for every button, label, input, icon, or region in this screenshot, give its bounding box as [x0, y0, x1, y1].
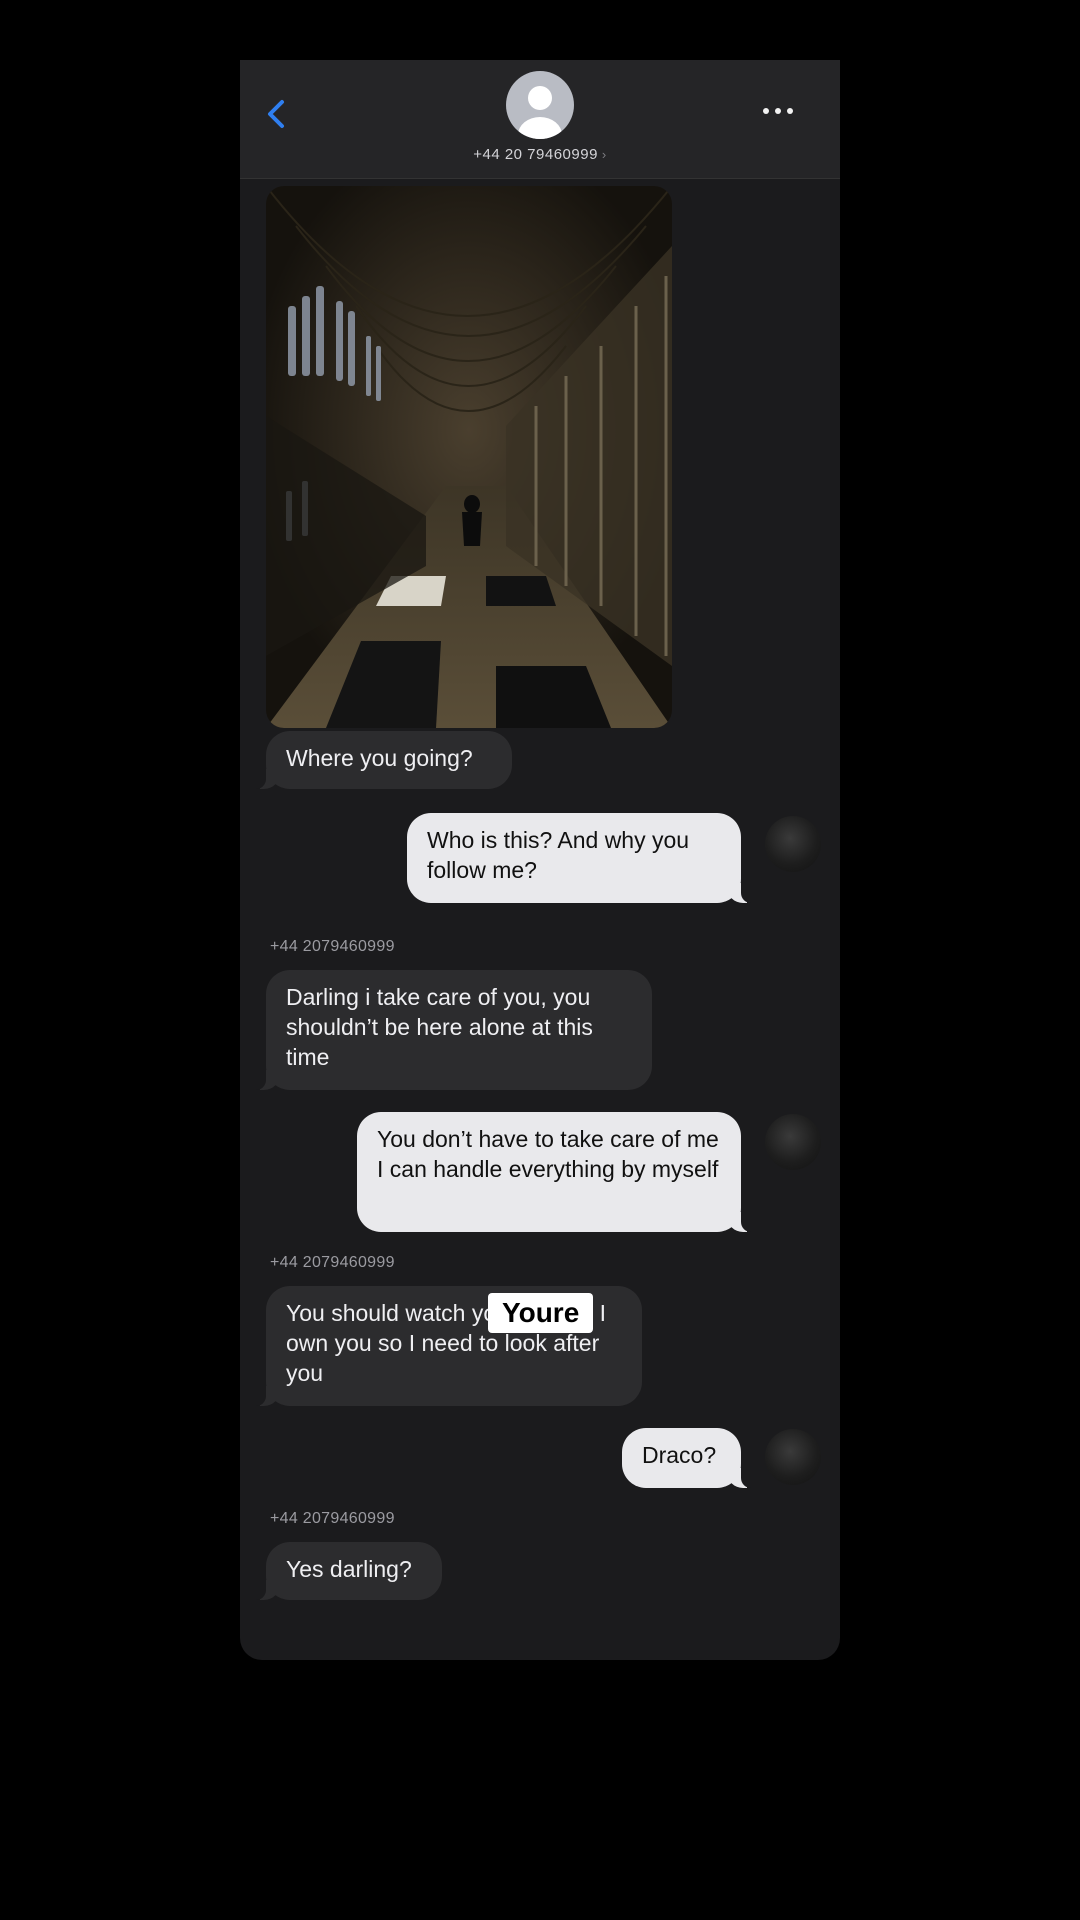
- contact-number-link[interactable]: +44 20 79460999 ›: [240, 146, 840, 163]
- user-avatar: [765, 816, 821, 872]
- caption-overlay: Youre: [488, 1293, 594, 1333]
- incoming-message[interactable]: Yes darling?: [256, 1542, 442, 1600]
- message-text: Where you going?: [286, 745, 473, 771]
- chevron-left-icon[interactable]: [262, 94, 292, 134]
- message-text: Who is this? And why you follow me?: [427, 827, 690, 883]
- outgoing-message[interactable]: Draco?: [622, 1428, 751, 1488]
- person-icon: [518, 86, 562, 139]
- chevron-right-icon: ›: [601, 147, 607, 162]
- user-avatar: [765, 1114, 821, 1170]
- user-avatar: [765, 1429, 821, 1485]
- sender-label: +44 2079460999: [270, 938, 395, 955]
- contact-avatar[interactable]: [506, 71, 574, 139]
- cloister-corridor-photo: [266, 186, 672, 728]
- contact-number: +44 20 79460999: [473, 146, 598, 163]
- chat-screen: +44 20 79460999 › Where you going? Who i…: [240, 60, 840, 1660]
- conversation-header: +44 20 79460999 ›: [240, 60, 840, 179]
- message-text: Draco?: [642, 1442, 717, 1468]
- message-text: Darling i take care of you, you shouldn’…: [286, 984, 593, 1070]
- image-message[interactable]: [266, 186, 672, 728]
- message-text: Yes darling?: [286, 1556, 412, 1582]
- outgoing-message[interactable]: Who is this? And why you follow me?: [407, 813, 751, 903]
- incoming-message[interactable]: Where you going?: [256, 731, 512, 789]
- ellipsis-icon[interactable]: [760, 106, 796, 116]
- sender-label: +44 2079460999: [270, 1254, 395, 1271]
- incoming-message[interactable]: Darling i take care of you, you shouldn’…: [256, 970, 652, 1090]
- sender-label: +44 2079460999: [270, 1510, 395, 1527]
- message-text: You don’t have to take care of me I can …: [377, 1126, 719, 1182]
- outgoing-message[interactable]: You don’t have to take care of me I can …: [357, 1112, 751, 1232]
